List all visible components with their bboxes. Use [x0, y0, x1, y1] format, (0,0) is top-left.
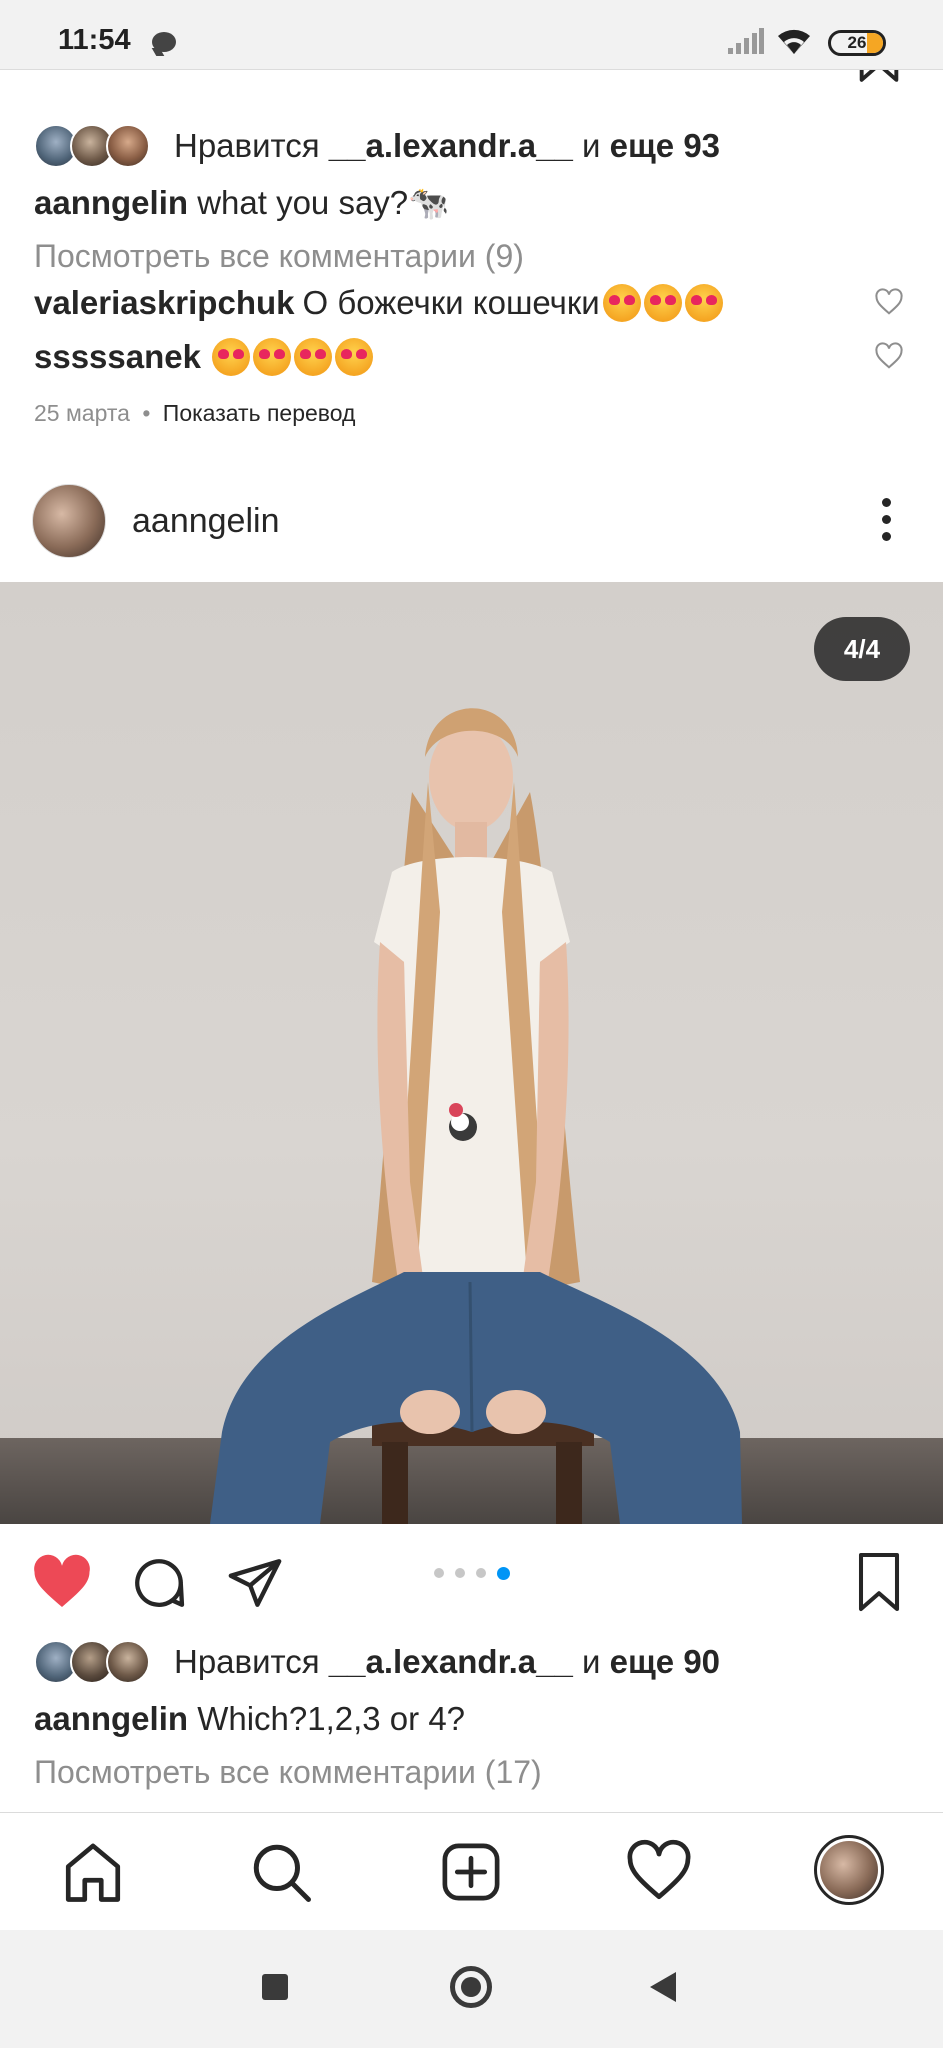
- comment-like-heart-icon[interactable]: [874, 342, 904, 370]
- post-date: 25 марта: [34, 400, 130, 426]
- comment-icon[interactable]: [130, 1554, 188, 1612]
- system-home-icon[interactable]: [450, 1966, 492, 2008]
- heart-eyes-cat-emoji-icon: [293, 338, 332, 376]
- heart-eyes-cat-emoji-icon: [684, 284, 723, 322]
- post-photo[interactable]: 4/4: [0, 582, 943, 1524]
- likes-count[interactable]: еще 90: [610, 1643, 720, 1680]
- liker-username[interactable]: __a.lexandr.a__: [329, 127, 573, 164]
- battery-level: 26: [847, 33, 867, 52]
- carousel-counter-badge: 4/4: [814, 617, 910, 681]
- heart-eyes-cat-emoji-icon: [334, 338, 373, 376]
- liker-avatars: [34, 1640, 152, 1684]
- save-bookmark-icon[interactable]: [852, 1552, 906, 1612]
- carousel-dot: [434, 1568, 444, 1578]
- carousel-dot: [476, 1568, 486, 1578]
- comment-username[interactable]: valeriaskripchuk: [34, 284, 295, 322]
- post2-caption: aanngelin Which?1,2,3 or 4?: [34, 1700, 465, 1738]
- post2-view-all-comments[interactable]: Посмотреть все комментарии (17): [34, 1754, 542, 1791]
- post2-likes-row[interactable]: Нравится __a.lexandr.a__ и еще 90: [34, 1640, 720, 1684]
- like-heart-filled-icon[interactable]: [32, 1554, 92, 1610]
- activity-heart-icon[interactable]: [626, 1839, 692, 1905]
- search-icon[interactable]: [248, 1839, 314, 1905]
- post-author-avatar[interactable]: [32, 484, 106, 558]
- likes-summary: Нравится __a.lexandr.a__ и еще 90: [174, 1643, 721, 1680]
- recent-apps-icon[interactable]: [262, 1974, 288, 2000]
- caption-username[interactable]: aanngelin: [34, 184, 188, 221]
- comment-text: О божечки кошечки: [302, 284, 600, 321]
- photo-subject-illustration: [210, 708, 742, 1524]
- system-navigation-bar: [0, 1930, 943, 2048]
- wifi-icon: [778, 29, 810, 54]
- caption-text: Which?1,2,3 or 4?: [197, 1700, 466, 1737]
- post2-header: aanngelin: [0, 478, 943, 582]
- likes-summary: Нравится __a.lexandr.a__ и еще 93: [174, 127, 721, 164]
- status-bar: 11:54 26: [0, 0, 943, 70]
- post1-likes-row[interactable]: Нравится __a.lexandr.a__ и еще 93: [34, 124, 720, 168]
- heart-eyes-cat-emoji-icon: [602, 284, 641, 322]
- caption-username[interactable]: aanngelin: [34, 1700, 188, 1737]
- heart-eyes-cat-emoji-icon: [211, 338, 250, 376]
- post-author-username[interactable]: aanngelin: [132, 502, 279, 541]
- carousel-indicator: [434, 1567, 521, 1580]
- post2-action-row: [0, 1536, 943, 1624]
- caption-text: what you say?🐄: [197, 184, 450, 221]
- separator: •: [142, 400, 151, 426]
- comment-item: sssssanek: [34, 338, 373, 376]
- liker-username[interactable]: __a.lexandr.a__: [329, 1643, 573, 1680]
- bottom-navigation: [0, 1812, 943, 1930]
- show-translation-link[interactable]: Показать перевод: [163, 400, 356, 426]
- heart-eyes-cat-emoji-icon: [252, 338, 291, 376]
- profile-avatar[interactable]: [814, 1835, 884, 1905]
- post1-date-line: 25 марта • Показать перевод: [34, 400, 355, 427]
- carousel-dot: [455, 1568, 465, 1578]
- likes-count[interactable]: еще 93: [610, 127, 720, 164]
- heart-eyes-cat-emoji-icon: [643, 284, 682, 322]
- carousel-dot-active: [497, 1567, 510, 1580]
- liker-avatars: [34, 124, 152, 168]
- comment-item: valeriaskripchuk О божечки кошечки: [34, 284, 723, 322]
- avatar: [106, 124, 150, 168]
- more-options-icon[interactable]: [876, 498, 896, 544]
- battery-icon: 26: [828, 30, 886, 56]
- cellular-signal-icon: [728, 28, 764, 54]
- message-notification-icon: [152, 32, 176, 52]
- comment-username[interactable]: sssssanek: [34, 338, 201, 376]
- post1-caption: aanngelin what you say?🐄: [34, 184, 449, 223]
- comment-like-heart-icon[interactable]: [874, 288, 904, 316]
- status-time: 11:54: [58, 24, 131, 56]
- post1-view-all-comments[interactable]: Посмотреть все комментарии (9): [34, 238, 524, 275]
- avatar: [106, 1640, 150, 1684]
- system-back-icon[interactable]: [650, 1972, 676, 2002]
- home-icon[interactable]: [60, 1839, 126, 1905]
- share-icon[interactable]: [226, 1554, 284, 1612]
- new-post-icon[interactable]: [438, 1839, 504, 1905]
